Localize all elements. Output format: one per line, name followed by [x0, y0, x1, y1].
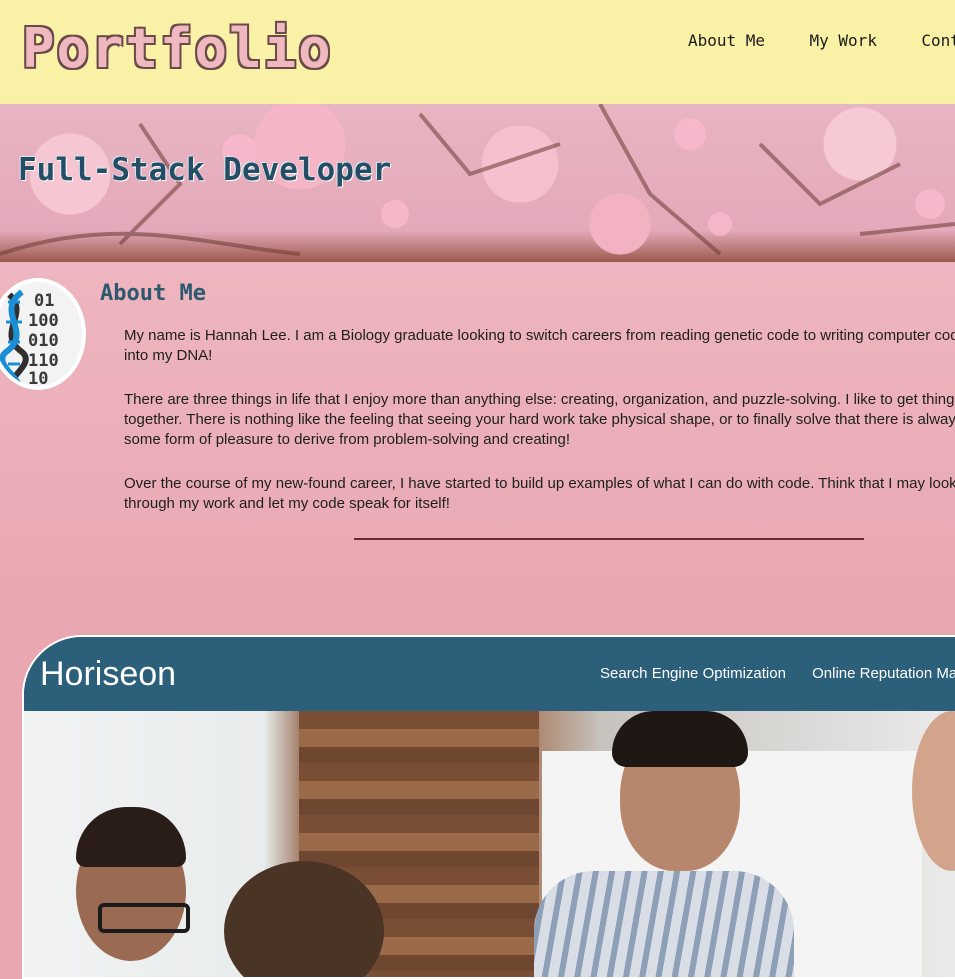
project-nav-item-seo: Search Engine Optimization — [600, 665, 786, 682]
nav-link-contact[interactable]: Contact — [921, 31, 955, 50]
about-paragraph-2: There are three things in life that I en… — [124, 391, 955, 448]
photo-person-hair — [612, 711, 748, 767]
svg-text:110: 110 — [28, 351, 59, 371]
hero-banner: Full-Stack Developer — [0, 104, 955, 262]
svg-text:10: 10 — [28, 369, 48, 386]
project-brand: Horiseon — [40, 655, 177, 693]
section-divider — [354, 538, 864, 540]
svg-text:01: 01 — [34, 291, 54, 311]
work-project-card[interactable]: Horiseon Search Engine Optimization Onli… — [22, 635, 955, 979]
project-nav: Search Engine Optimization Online Reputa… — [600, 665, 955, 682]
about-text: My name is Hannah Lee. I am a Biology gr… — [124, 326, 955, 538]
photo-person-shirt — [534, 871, 794, 977]
dna-binary-icon: 01 100 010 110 10 — [0, 282, 82, 386]
nav-link-about-me[interactable]: About Me — [688, 31, 765, 50]
project-topbar: Horiseon Search Engine Optimization Onli… — [24, 637, 955, 711]
project-screenshot-photo — [24, 711, 955, 977]
about-heading: About Me — [100, 281, 206, 306]
nav-link-my-work[interactable]: My Work — [810, 31, 877, 50]
photo-person-hair — [76, 807, 186, 867]
main-nav: About Me My Work Contact — [688, 31, 955, 51]
site-logo[interactable]: Portfolio — [22, 16, 333, 82]
svg-text:010: 010 — [28, 331, 59, 351]
site-header: Portfolio About Me My Work Contact — [0, 0, 955, 104]
svg-text:100: 100 — [28, 311, 59, 331]
about-paragraph-1: My name is Hannah Lee. I am a Biology gr… — [124, 327, 955, 364]
project-nav-item-orm: Online Reputation Management — [812, 665, 955, 682]
hero-title: Full-Stack Developer — [18, 152, 392, 188]
about-paragraph-3: Over the course of my new-found career, … — [124, 475, 955, 512]
photo-person-glasses — [98, 903, 190, 933]
